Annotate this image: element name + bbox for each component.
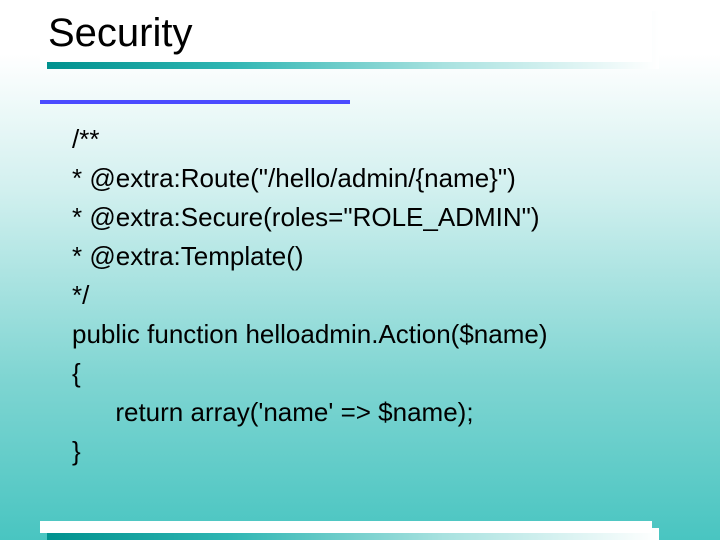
code-line: } [72, 432, 662, 471]
footer-bar [40, 521, 652, 533]
title-bar: Security [40, 4, 652, 62]
code-line: return array('name' => $name); [72, 393, 662, 432]
code-line: * @extra:Secure(roles="ROLE_ADMIN") [72, 198, 662, 237]
code-line: */ [72, 276, 662, 315]
code-line: * @extra:Route("/hello/admin/{name}") [72, 159, 662, 198]
slide: Security /** * @extra:Route("/hello/admi… [0, 0, 720, 540]
title-underline [40, 100, 350, 104]
code-line: public function helloadmin.Action($name) [72, 315, 662, 354]
code-line: /** [72, 120, 662, 159]
code-line: { [72, 354, 662, 393]
code-block: /** * @extra:Route("/hello/admin/{name}"… [72, 120, 662, 471]
code-line: * @extra:Template() [72, 237, 662, 276]
page-title: Security [48, 11, 193, 56]
